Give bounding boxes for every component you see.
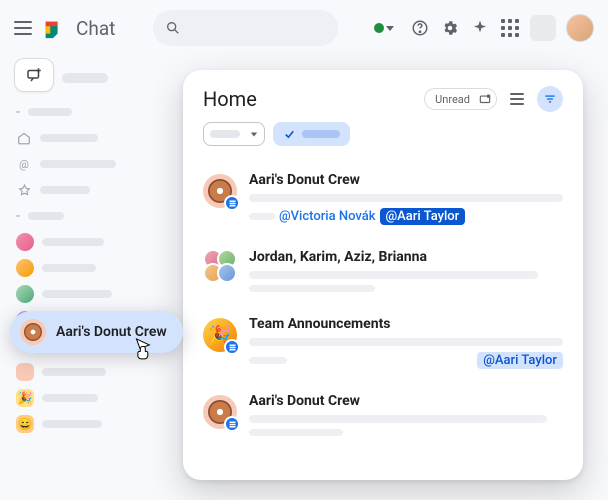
contact-avatar xyxy=(16,259,34,277)
space-avatar xyxy=(203,174,237,208)
space-badge-icon xyxy=(224,195,240,211)
panel-title: Home xyxy=(203,87,257,111)
filter-button[interactable] xyxy=(537,86,563,112)
sparkle-icon[interactable] xyxy=(470,18,490,38)
mention-icon: @ xyxy=(16,156,32,172)
compose-label-placeholder xyxy=(62,73,108,83)
apps-icon[interactable] xyxy=(500,18,520,38)
donut-icon xyxy=(24,323,42,341)
conversation-item[interactable]: 🎉 Team Announcements @Aari Taylor xyxy=(203,306,563,383)
space-badge-icon xyxy=(224,416,240,432)
space-avatar xyxy=(203,395,237,429)
mention-chip[interactable]: @Aari Taylor xyxy=(477,352,563,369)
message-preview-placeholder xyxy=(249,285,375,292)
sidebar-section[interactable]: - xyxy=(16,102,162,122)
unread-label: Unread xyxy=(435,93,470,106)
contact-avatar xyxy=(16,285,34,303)
mentions-row: @Aari Taylor xyxy=(249,352,563,369)
mentions-row: @Victoria Novák @Aari Taylor xyxy=(249,208,563,225)
conversation-title: Aari's Donut Crew xyxy=(249,172,563,188)
status-indicator[interactable] xyxy=(374,23,394,33)
menu-icon[interactable] xyxy=(14,21,32,35)
filter-chip-selected[interactable] xyxy=(273,122,350,146)
star-icon xyxy=(16,182,32,198)
mention-link[interactable]: @Victoria Novák xyxy=(279,209,376,224)
conversation-item[interactable]: Aari's Donut Crew xyxy=(203,383,563,438)
active-status-icon xyxy=(374,23,384,33)
compose-icon xyxy=(25,66,43,84)
hover-tooltip[interactable]: Aari's Donut Crew xyxy=(10,311,183,353)
sidebar-section[interactable]: - xyxy=(16,206,162,226)
chevron-down-icon xyxy=(386,26,394,31)
space-avatar: 🎉 xyxy=(203,318,237,352)
sidebar-item-starred[interactable] xyxy=(16,180,162,200)
filter-icon xyxy=(543,92,557,106)
user-avatar[interactable] xyxy=(566,14,594,42)
conversation-item[interactable]: Jordan, Karim, Aziz, Brianna xyxy=(203,239,563,306)
home-icon xyxy=(16,130,32,146)
space-avatar xyxy=(20,319,46,345)
filter-dropdown[interactable] xyxy=(203,122,265,146)
space-avatar: 😄 xyxy=(16,415,34,433)
unread-icon xyxy=(476,90,494,108)
sidebar-space-item[interactable]: 🎉 xyxy=(16,388,162,408)
conversation-title: Jordan, Karim, Aziz, Brianna xyxy=(249,249,563,265)
home-panel: Home Unread Aari's Donut Crew xyxy=(183,70,583,480)
new-chat-button[interactable] xyxy=(14,58,54,92)
conversation-title: Aari's Donut Crew xyxy=(249,393,563,409)
message-preview-placeholder xyxy=(249,429,343,436)
unread-toggle[interactable]: Unread xyxy=(424,88,497,110)
view-options-icon[interactable] xyxy=(507,89,527,109)
sidebar-chat-item[interactable] xyxy=(16,258,162,278)
sidebar-chat-item[interactable] xyxy=(16,232,162,252)
message-preview-placeholder xyxy=(249,338,563,346)
sidebar-space-item[interactable]: 😄 xyxy=(16,414,162,434)
account-org-chip[interactable] xyxy=(530,15,556,41)
search-icon xyxy=(165,20,181,36)
sidebar-item-mentions[interactable]: @ xyxy=(16,154,162,174)
check-icon xyxy=(283,128,296,141)
chevron-down-icon xyxy=(251,132,257,136)
message-preview-placeholder xyxy=(249,194,563,202)
chat-logo-icon xyxy=(42,18,62,38)
gear-icon[interactable] xyxy=(440,18,460,38)
sidebar: - @ - - 🎉 😄 xyxy=(10,56,168,500)
cursor-icon xyxy=(132,336,152,360)
conversation-item[interactable]: Aari's Donut Crew @Victoria Novák @Aari … xyxy=(203,162,563,239)
app-title: Chat xyxy=(76,17,115,40)
mention-chip[interactable]: @Aari Taylor xyxy=(380,208,466,225)
space-avatar: 🎉 xyxy=(16,389,34,407)
sidebar-space-item[interactable] xyxy=(16,362,162,382)
sidebar-chat-item[interactable] xyxy=(16,284,162,304)
space-badge-icon xyxy=(224,339,240,355)
space-avatar xyxy=(16,363,34,381)
conversation-title: Team Announcements xyxy=(249,316,563,332)
contact-avatar xyxy=(16,233,34,251)
message-preview-placeholder xyxy=(249,415,547,423)
sidebar-item-home[interactable] xyxy=(16,128,162,148)
group-avatar xyxy=(203,249,237,283)
message-preview-placeholder xyxy=(249,271,538,279)
search-input[interactable] xyxy=(153,10,338,46)
top-bar: Chat xyxy=(0,0,608,56)
help-icon[interactable] xyxy=(410,18,430,38)
